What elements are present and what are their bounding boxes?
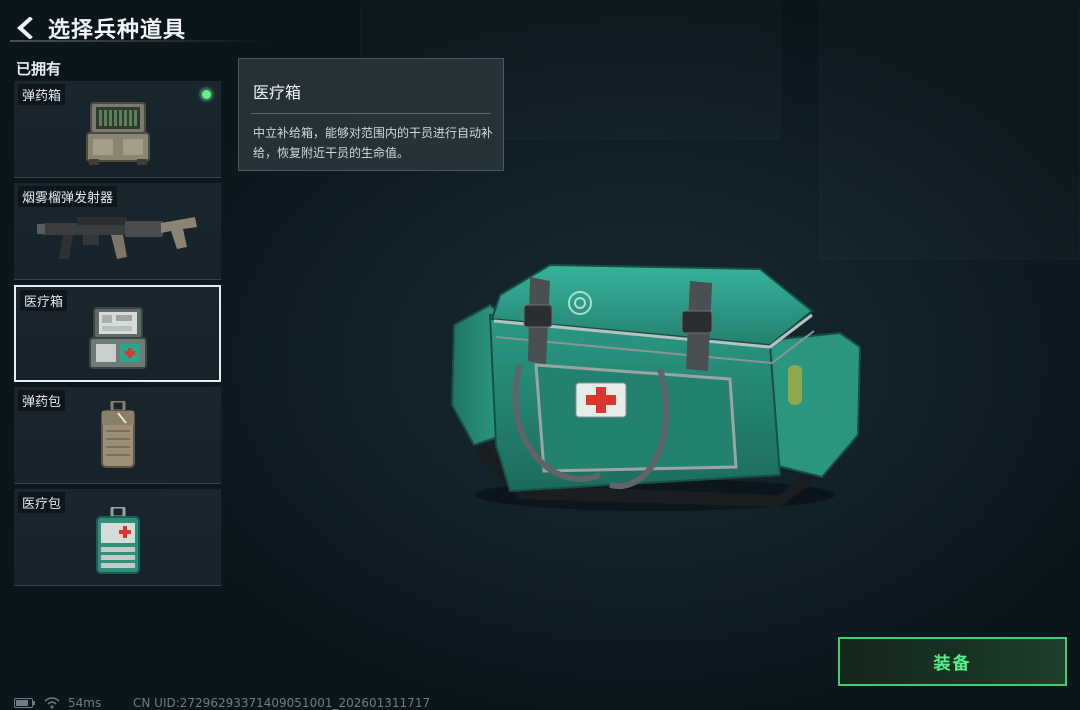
- item-name: 弹药箱: [18, 84, 66, 105]
- header: 选择兵种道具: [12, 8, 186, 48]
- tooltip-description: 中立补给箱，能够对范围内的干员进行自动补给，恢复附近干员的生命值。: [253, 126, 494, 160]
- item-smoke-grenade-launcher[interactable]: 烟雾榴弹发射器: [14, 183, 221, 280]
- item-name: 弹药包: [18, 390, 66, 411]
- item-medical-pouch[interactable]: 医疗包: [14, 489, 221, 586]
- item-ammo-pouch[interactable]: 弹药包: [14, 387, 221, 484]
- item-list: 弹药箱 烟雾榴弹发射器 医疗箱 弹药包 医疗包: [14, 81, 221, 591]
- medical-box-icon: [88, 307, 147, 370]
- item-ammo-box[interactable]: 弹药箱: [14, 81, 221, 178]
- status-bar: 54ms: [14, 696, 101, 710]
- item-detail-tooltip: 医疗箱 中立补给箱，能够对范围内的干员进行自动补给，恢复附近干员的生命值。: [238, 58, 504, 171]
- battery-icon: [14, 698, 35, 708]
- back-button[interactable]: [12, 14, 40, 42]
- owned-section-label: 已拥有: [16, 60, 62, 78]
- item-name: 医疗包: [18, 492, 66, 513]
- background-panel: [820, 0, 1080, 260]
- ammo-box-icon: [85, 101, 150, 165]
- medical-bag-render-icon: [450, 263, 862, 511]
- item-medical-box[interactable]: 医疗箱: [14, 285, 221, 382]
- wifi-icon: [44, 697, 60, 709]
- back-arrow-icon: [17, 17, 33, 39]
- ammo-pouch-icon: [100, 400, 135, 468]
- screen: 选择兵种道具 已拥有 弹药箱 烟雾榴弹发射器 医疗箱 弹药包 医疗包 医疗箱 中…: [0, 0, 1080, 710]
- equipped-indicator-icon: [199, 87, 213, 101]
- tooltip-title: 医疗箱: [253, 83, 302, 102]
- item-name: 烟雾榴弹发射器: [18, 186, 118, 207]
- tooltip-divider: [251, 113, 491, 114]
- equip-button[interactable]: 装备: [838, 637, 1067, 686]
- title-underline: [10, 40, 270, 42]
- user-uid: CN UID:27296293371409051001_202601311717: [133, 696, 431, 710]
- item-name: 医疗箱: [20, 290, 68, 311]
- ping-value: 54ms: [68, 696, 102, 710]
- grenade-launcher-icon: [36, 216, 197, 259]
- medical-pouch-icon: [95, 506, 140, 574]
